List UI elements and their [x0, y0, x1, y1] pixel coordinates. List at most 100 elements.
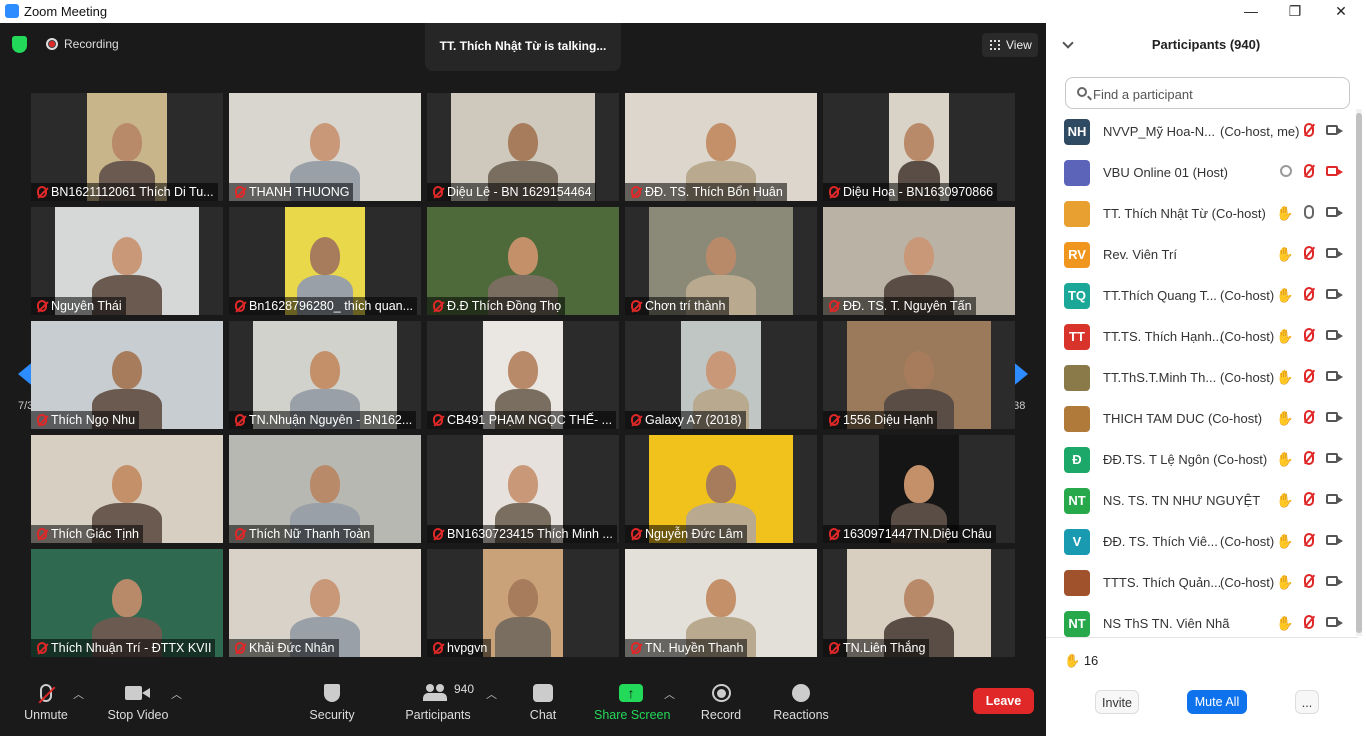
video-camera-icon[interactable]: [1326, 248, 1343, 258]
restore-button[interactable]: ❐: [1272, 0, 1318, 23]
muted-microphone-icon[interactable]: [1304, 369, 1314, 383]
video-camera-icon[interactable]: [1326, 617, 1343, 627]
audio-options-caret-icon[interactable]: ︿: [73, 686, 84, 702]
raised-hand-icon: ✋: [1276, 451, 1294, 467]
video-tile[interactable]: Diệu Lê - BN 1629154464: [427, 93, 619, 201]
video-tile[interactable]: Bn1628796280_ thích quan...: [229, 207, 421, 315]
muted-microphone-icon[interactable]: [1304, 328, 1314, 342]
unmute-button[interactable]: Unmute: [16, 662, 76, 736]
muted-microphone-icon[interactable]: [1304, 492, 1314, 506]
participant-row[interactable]: RV Rev. Viên Trí ✋: [1046, 234, 1358, 275]
meeting-area: Recording TT. Thích Nhật Từ is talking..…: [0, 23, 1046, 736]
muted-microphone-icon[interactable]: [1304, 410, 1314, 424]
video-tile[interactable]: Diệu Hoa - BN1630970866: [823, 93, 1015, 201]
microphone-icon[interactable]: [1304, 205, 1314, 219]
muted-microphone-icon[interactable]: [1304, 451, 1314, 465]
more-options-button[interactable]: ...: [1295, 690, 1319, 714]
muted-microphone-icon[interactable]: [1304, 615, 1314, 629]
video-tile[interactable]: ĐĐ. TS. T. Nguyên Tấn: [823, 207, 1015, 315]
video-tile[interactable]: 1630971447TN.Diệu Châu: [823, 435, 1015, 543]
video-tile[interactable]: BN1621112061 Thích Di Tu...: [31, 93, 223, 201]
video-camera-icon[interactable]: [1326, 371, 1343, 381]
video-tile[interactable]: Chơn trí thành: [625, 207, 817, 315]
video-tile[interactable]: TN. Huyền Thanh: [625, 549, 817, 657]
participant-name-label: Thích Ngọ Nhu: [31, 411, 140, 429]
chat-button[interactable]: Chat: [522, 662, 564, 736]
reactions-button[interactable]: Reactions: [772, 662, 830, 736]
video-camera-icon[interactable]: [1326, 289, 1343, 299]
participant-row[interactable]: V ĐĐ. TS. Thích Viê... (Co-host) ✋: [1046, 521, 1358, 562]
participant-row[interactable]: TT. Thích Nhật Từ (Co-host) ✋: [1046, 193, 1358, 234]
muted-mic-icon: [235, 414, 245, 426]
video-tile[interactable]: Nguyễn Đức Lâm: [625, 435, 817, 543]
participant-row[interactable]: NH NVVP_Mỹ Hoa-N... (Co-host, me): [1046, 111, 1358, 152]
close-button[interactable]: ✕: [1318, 0, 1364, 23]
window-titlebar: Zoom Meeting — ❐ ✕: [0, 0, 1366, 23]
muted-microphone-icon[interactable]: [1304, 574, 1314, 588]
scrollbar-thumb[interactable]: [1356, 113, 1362, 633]
participant-name: NS ThS TN. Viên Nhã: [1103, 616, 1230, 631]
participant-name: NS. TS. TN NHƯ NGUYỆT: [1103, 493, 1261, 508]
participant-role: (Co-host): [1220, 370, 1275, 385]
video-tile[interactable]: Thích Nhuận Trí - ĐTTX KVII: [31, 549, 223, 657]
video-tile[interactable]: CB491 PHẠM NGỌC THẾ- ...: [427, 321, 619, 429]
share-options-caret-icon[interactable]: ︿: [664, 686, 675, 702]
video-tile[interactable]: TN.Liên Thắng: [823, 549, 1015, 657]
muted-microphone-icon[interactable]: [1304, 123, 1314, 137]
participant-list-scrollbar[interactable]: [1356, 109, 1362, 636]
video-tile[interactable]: Galaxy A7 (2018): [625, 321, 817, 429]
muted-microphone-icon[interactable]: [1304, 287, 1314, 301]
video-camera-icon[interactable]: [1326, 207, 1343, 217]
video-tile[interactable]: Thích Giác Tịnh: [31, 435, 223, 543]
video-tile[interactable]: 1556 Diệu Hạnh: [823, 321, 1015, 429]
mute-all-button[interactable]: Mute All: [1187, 690, 1247, 714]
stop-video-button[interactable]: Stop Video: [104, 662, 172, 736]
video-tile[interactable]: Thích Ngọ Nhu: [31, 321, 223, 429]
video-tile[interactable]: BN1630723415 Thích Minh ...: [427, 435, 619, 543]
participant-name-label: TN.Nhuận Nguyên - BN162...: [229, 411, 417, 429]
record-button[interactable]: Record: [698, 662, 744, 736]
video-camera-icon[interactable]: [1326, 576, 1343, 586]
video-camera-icon[interactable]: [1326, 453, 1343, 463]
muted-microphone-icon[interactable]: [1304, 164, 1314, 178]
video-tile[interactable]: hvpgvn: [427, 549, 619, 657]
participant-search-box[interactable]: [1065, 77, 1350, 109]
participant-row[interactable]: Đ ĐĐ.TS. T Lệ Ngôn (Co-host) ✋: [1046, 439, 1358, 480]
leave-button[interactable]: Leave: [973, 688, 1034, 714]
video-tile[interactable]: THANH THUONG: [229, 93, 421, 201]
video-camera-icon[interactable]: [1326, 535, 1343, 545]
muted-microphone-icon[interactable]: [1304, 246, 1314, 260]
participant-row[interactable]: TT TT.TS. Thích Hạnh... (Co-host) ✋: [1046, 316, 1358, 357]
video-tile[interactable]: ĐĐ. TS. Thích Bổn Huân: [625, 93, 817, 201]
view-button[interactable]: View: [982, 33, 1038, 57]
security-button[interactable]: Security: [306, 662, 358, 736]
participant-row[interactable]: VBU Online 01 (Host): [1046, 152, 1358, 193]
video-camera-icon[interactable]: [1326, 412, 1343, 422]
muted-microphone-icon[interactable]: [1304, 533, 1314, 547]
video-options-caret-icon[interactable]: ︿: [171, 686, 182, 702]
participant-row[interactable]: TT.ThS.T.Minh Th... (Co-host) ✋: [1046, 357, 1358, 398]
video-off-icon[interactable]: [1326, 166, 1343, 176]
participant-name: NVVP_Mỹ Hoa-N...: [1103, 124, 1215, 139]
video-tile[interactable]: Khải Đức Nhân: [229, 549, 421, 657]
minimize-button[interactable]: —: [1228, 0, 1274, 23]
video-tile[interactable]: Thích Nữ Thanh Toàn: [229, 435, 421, 543]
shield-icon[interactable]: [12, 36, 27, 53]
video-camera-icon[interactable]: [1326, 330, 1343, 340]
video-camera-icon[interactable]: [1326, 494, 1343, 504]
participant-row[interactable]: THICH TAM DUC (Co-host) ✋: [1046, 398, 1358, 439]
invite-button[interactable]: Invite: [1095, 690, 1139, 714]
video-camera-icon[interactable]: [1326, 125, 1343, 135]
participant-row[interactable]: TQ TT.Thích Quang T... (Co-host) ✋: [1046, 275, 1358, 316]
participant-search-input[interactable]: [1093, 84, 1343, 104]
participant-row[interactable]: NT NS. TS. TN NHƯ NGUYỆT ✋: [1046, 480, 1358, 521]
video-tile[interactable]: Đ.Đ Thích Đồng Thọ: [427, 207, 619, 315]
tile-participant-name: 1556 Diệu Hạnh: [843, 413, 934, 427]
share-screen-button[interactable]: ↑ Share Screen: [594, 662, 670, 736]
video-tile[interactable]: Nguyên Thái: [31, 207, 223, 315]
participants-options-caret-icon[interactable]: ︿: [486, 686, 497, 702]
participants-button[interactable]: 940 Participants: [402, 662, 474, 736]
muted-mic-icon: [631, 528, 641, 540]
participant-row[interactable]: TTTS. Thích Quản... (Co-host) ✋: [1046, 562, 1358, 603]
video-tile[interactable]: TN.Nhuận Nguyên - BN162...: [229, 321, 421, 429]
